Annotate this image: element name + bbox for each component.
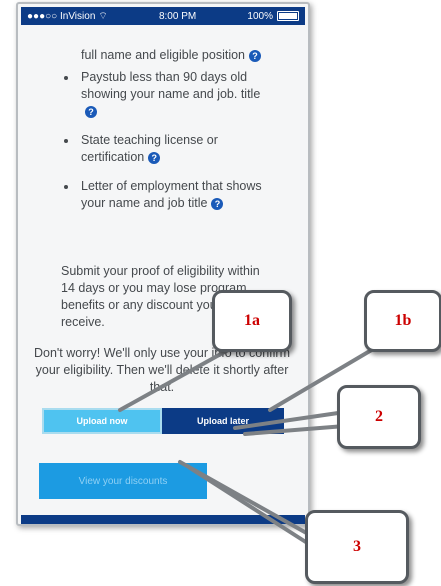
wifi-icon: ⌔ <box>98 10 108 22</box>
upload-now-button[interactable]: Upload now <box>42 408 162 434</box>
help-icon[interactable]: ? <box>249 49 261 62</box>
callout-1b: 1b <box>364 290 441 352</box>
document-list: Paystub less than 90 days old showing yo… <box>61 69 276 224</box>
carrier-text: ●●●○○ InVision <box>27 10 96 22</box>
list-item: Letter of employment that shows your nam… <box>61 178 276 212</box>
view-discounts-button[interactable]: View your discounts <box>39 463 207 499</box>
partial-line-text: full name and eligible position <box>81 48 245 62</box>
status-time: 8:00 PM <box>158 10 197 22</box>
carrier-label: ●●●○○ InVision ⌔ <box>27 10 108 23</box>
bottom-bar <box>21 515 305 524</box>
partial-list-line: full name and eligible position? <box>81 47 261 64</box>
callout-1a: 1a <box>212 290 292 352</box>
list-item: Paystub less than 90 days old showing yo… <box>61 69 276 120</box>
list-item-text: Letter of employment that shows your nam… <box>81 179 262 210</box>
privacy-notice: Don't worry! We'll only use your info to… <box>33 346 291 394</box>
status-bar: ●●●○○ InVision ⌔ 8:00 PM 100% <box>21 7 305 25</box>
eligibility-content: full name and eligible position? Paystub… <box>21 25 305 524</box>
help-icon[interactable]: ? <box>211 197 224 210</box>
battery-group: 100% <box>247 11 299 22</box>
callout-2: 2 <box>337 385 421 449</box>
battery-percent: 100% <box>247 10 273 22</box>
phone-frame: ●●●○○ InVision ⌔ 8:00 PM 100% full name … <box>16 2 310 526</box>
battery-icon <box>276 11 299 21</box>
list-item: State teaching license or certification? <box>61 132 276 166</box>
help-icon[interactable]: ? <box>85 105 97 118</box>
help-icon[interactable]: ? <box>148 151 161 164</box>
list-item-text: Paystub less than 90 days old showing yo… <box>81 70 261 101</box>
callout-3: 3 <box>305 510 409 584</box>
upload-later-button[interactable]: Upload later <box>162 408 284 434</box>
